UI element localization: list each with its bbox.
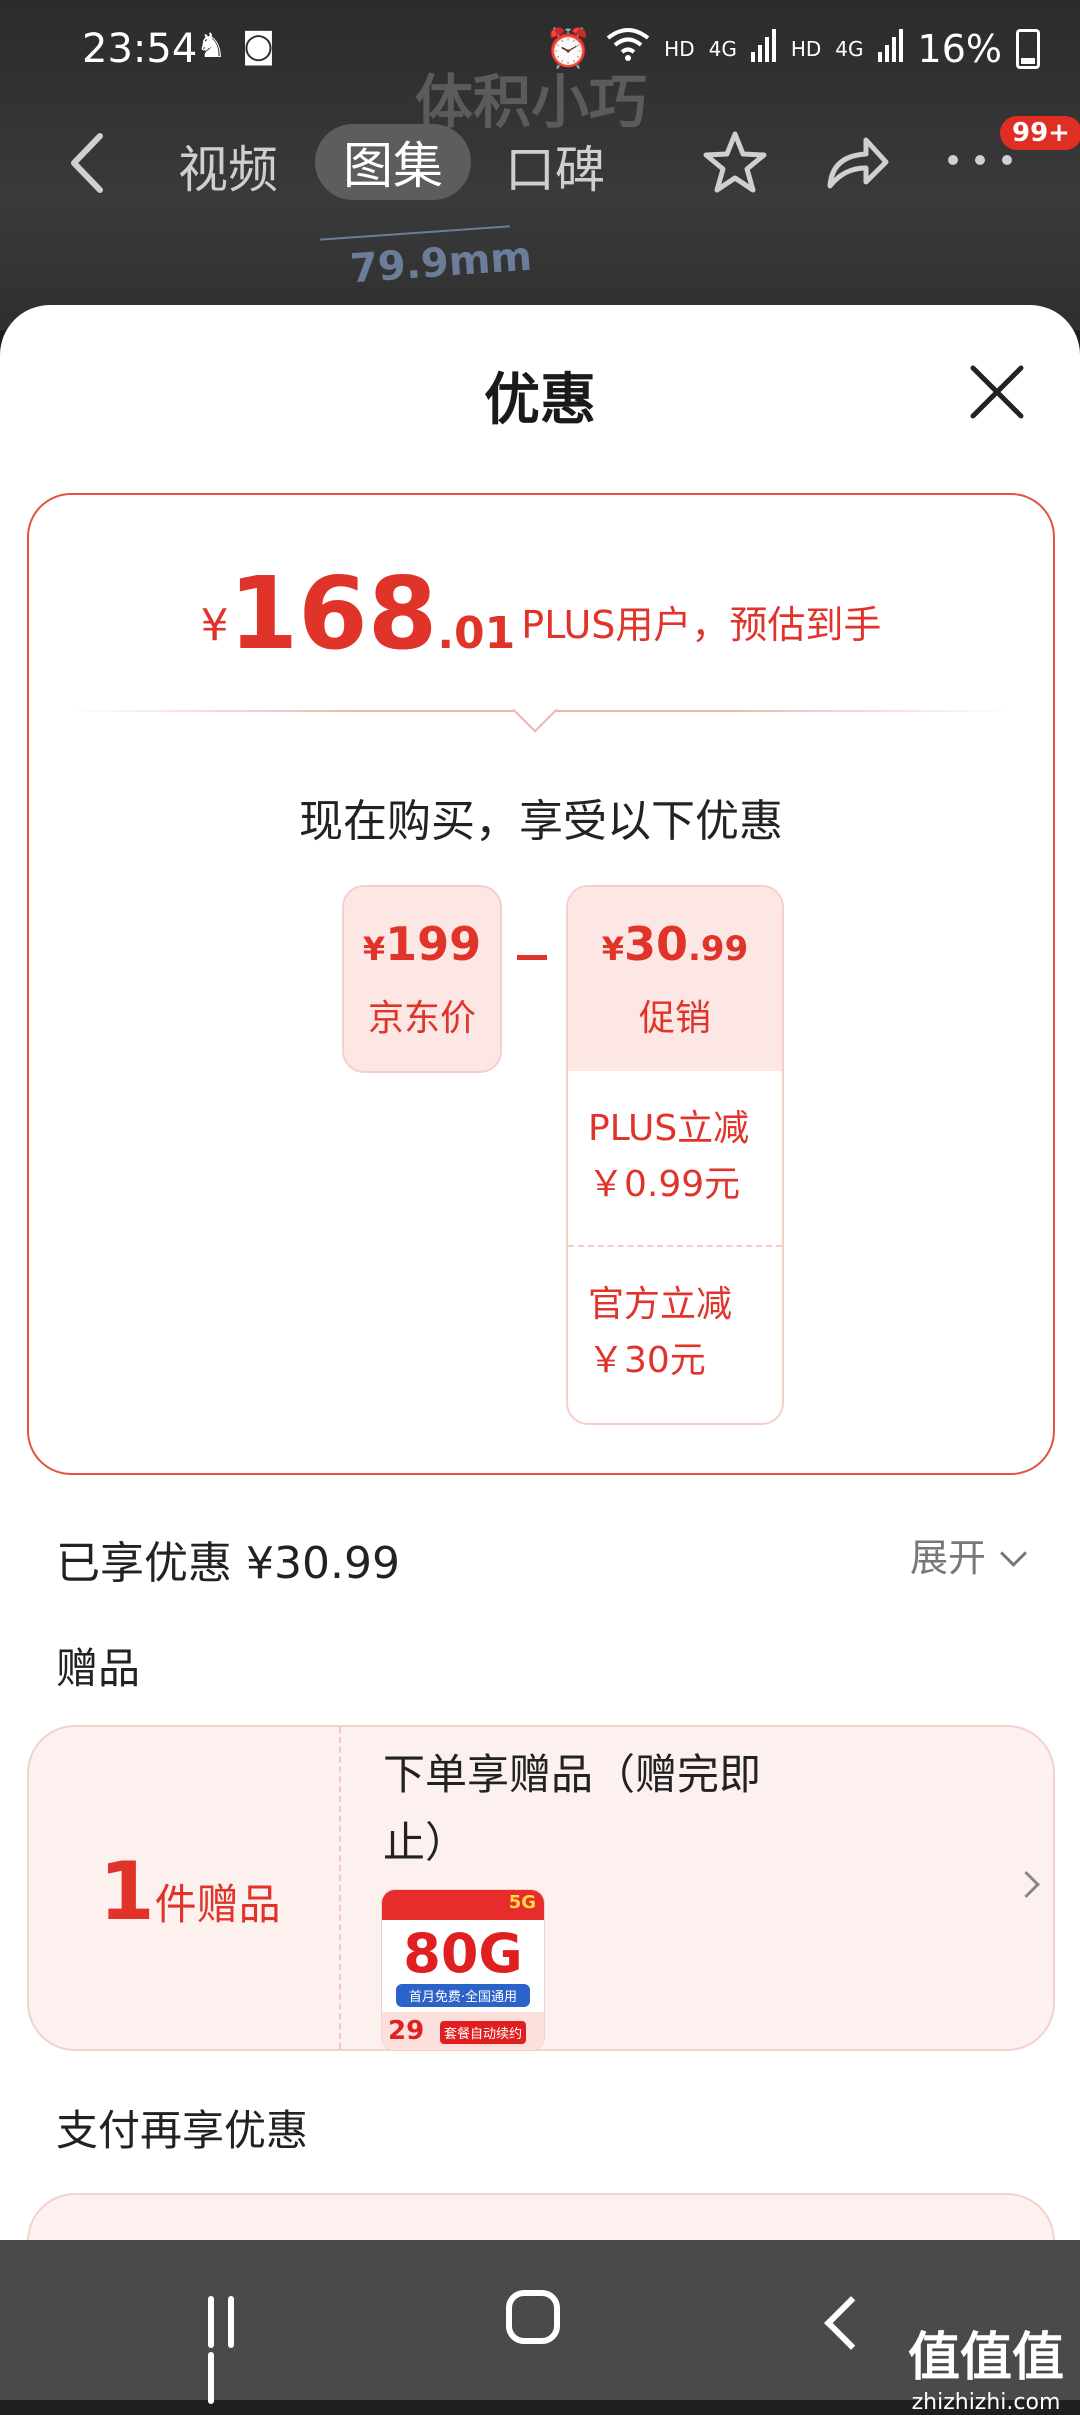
gift-image-tag: 套餐自动续约 <box>440 2021 527 2044</box>
jd-price-amount: 199 <box>385 917 482 971</box>
gift-image-data: 80G <box>403 1922 523 1985</box>
gift-thumbnail[interactable]: 5G 80G 首月免费·全国通用 29 套餐自动续约 <box>381 1889 545 2051</box>
jd-price-box: ¥199 京东价 <box>342 885 502 1073</box>
price-integer: 168 <box>228 555 438 672</box>
promotion-currency: ¥ <box>601 930 624 968</box>
promotion-value: ¥30.99 <box>568 887 782 971</box>
estimated-price: ¥168.01 PLUS用户，预估到手 <box>29 555 1053 672</box>
back-button[interactable] <box>60 128 120 198</box>
network-label-2: 4G <box>835 36 864 61</box>
gift-image-network: 5G <box>508 1892 536 1913</box>
gift-image-band: 首月免费·全国通用 <box>396 1984 530 2007</box>
signal-icon-1 <box>750 27 777 71</box>
promotion-item-amount: ￥30元 <box>588 1340 706 1381</box>
recent-bar <box>228 2296 234 2348</box>
gift-image-header: 5G <box>382 1890 544 1920</box>
jd-price-label: 京东价 <box>367 998 476 1039</box>
status-right-group: ⏰ HD 4G HD 4G 16% <box>545 26 1040 71</box>
chevron-right-icon <box>1013 1871 1040 1898</box>
promotion-item-amount: ￥0.99元 <box>588 1164 741 1205</box>
tab-video[interactable]: 视频 <box>178 130 278 202</box>
watermark-text: 值值值 <box>907 2328 1064 2388</box>
recent-bar <box>208 2352 214 2404</box>
jd-price-currency: ¥ <box>362 930 386 968</box>
jd-price-value: ¥199 <box>344 917 500 971</box>
close-button[interactable] <box>965 360 1029 424</box>
promotion-box: ¥30.99 促销 PLUS立减 ￥0.99元 官方立减 ￥30元 <box>566 885 784 1425</box>
gift-count: 1件赠品 <box>99 1845 281 1938</box>
recent-bar <box>208 2296 214 2348</box>
background-dimension-label: 79.9mm <box>348 233 534 293</box>
tab-reviews[interactable]: 口碑 <box>505 130 605 202</box>
gift-image-price: 29 <box>388 2016 425 2046</box>
promotion-header: ¥30.99 促销 <box>568 887 782 1071</box>
signal-icon-2 <box>877 27 904 71</box>
discount-sheet: 优惠 ¥168.01 PLUS用户，预估到手 现在购买，享受以下优惠 ¥199 京… <box>0 305 1080 2240</box>
top-navigation: 视频 图集 口碑 99+ <box>0 116 1080 210</box>
watermark-sub: zhizhizhi.com <box>911 2390 1061 2415</box>
promotion-item: PLUS立减 ￥0.99元 <box>568 1071 782 1245</box>
payment-offer-card[interactable] <box>27 2193 1055 2240</box>
favorite-star-icon[interactable] <box>700 128 770 202</box>
price-summary-card: ¥168.01 PLUS用户，预估到手 现在购买，享受以下优惠 ¥199 京东价 … <box>27 493 1055 1475</box>
promotion-item-name: PLUS立减 <box>588 1108 750 1149</box>
pay-section-title: 支付再享优惠 <box>56 2106 309 2155</box>
more-icon[interactable] <box>945 150 1015 174</box>
home-button[interactable] <box>506 2290 560 2344</box>
gift-section-title: 赠品 <box>56 1644 141 1693</box>
hd-label-2: HD <box>790 36 822 61</box>
buy-now-text: 现在购买，享受以下优惠 <box>299 796 783 847</box>
network-label-1: 4G <box>708 36 737 61</box>
gift-image-footer: 29 套餐自动续约 <box>382 2012 544 2050</box>
back-arrow-icon <box>71 133 103 193</box>
wifi-icon <box>606 26 650 71</box>
minus-sign <box>517 955 547 960</box>
price-note: PLUS用户，预估到手 <box>521 603 882 647</box>
tab-gallery[interactable]: 图集 <box>315 124 471 200</box>
expand-label: 展开 <box>910 1536 987 1580</box>
site-watermark: 值值值 zhizhizhi.com <box>908 2315 1064 2415</box>
promotion-decimal: .99 <box>688 929 749 969</box>
close-icon <box>970 365 1024 419</box>
promotion-integer: 30 <box>624 917 689 971</box>
gift-description: 下单享赠品（赠完即止） <box>383 1750 762 1867</box>
promotion-item: 官方立减 ￥30元 <box>568 1245 782 1419</box>
promotion-item-name: 官方立减 <box>588 1284 733 1325</box>
message-badge: 99+ <box>1000 116 1080 150</box>
price-decimal: .01 <box>437 608 516 659</box>
hd-label-1: HD <box>664 36 695 61</box>
alarm-icon: ⏰ <box>544 26 593 70</box>
divider-notch <box>512 687 558 733</box>
status-time: 23:54 <box>82 26 198 72</box>
battery-percent: 16% <box>917 26 1002 71</box>
gift-divider <box>339 1727 341 2049</box>
gift-count-unit: 件赠品 <box>154 1880 281 1929</box>
battery-icon <box>1016 28 1040 69</box>
gift-card[interactable]: 1件赠品 下单享赠品（赠完即止） 5G 80G 首月免费·全国通用 29 套餐自… <box>27 1725 1055 2051</box>
expand-button[interactable]: 展开 <box>910 1527 1027 1582</box>
system-back-button[interactable] <box>824 2296 878 2350</box>
promotion-label: 促销 <box>638 998 711 1039</box>
enjoyed-discount: 已享优惠 ¥30.99 <box>56 1538 400 1589</box>
chevron-down-icon <box>1000 1540 1027 1567</box>
recent-apps-button[interactable] <box>208 2296 264 2404</box>
share-icon[interactable] <box>822 128 892 202</box>
app-notification-icon: ◙ <box>242 26 275 66</box>
gift-count-number: 1 <box>99 1845 155 1938</box>
notification-icon: ♞ <box>196 26 227 66</box>
status-bar: 23:54 ♞ ◙ ⏰ HD 4G HD 4G 16% <box>0 0 1080 100</box>
price-currency: ¥ <box>200 600 229 651</box>
sheet-title: 优惠 <box>484 368 596 433</box>
